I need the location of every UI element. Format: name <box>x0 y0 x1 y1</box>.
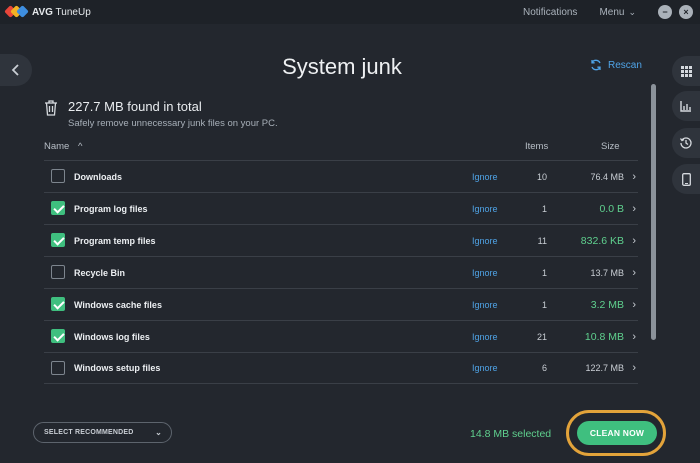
minimize-button[interactable]: − <box>658 5 672 19</box>
summary-total: 227.7 MB found in total <box>68 99 202 114</box>
row-items: 1 <box>541 299 547 310</box>
table-row[interactable]: Recycle Bin Ignore 1 13.7 MB › <box>44 256 638 288</box>
performance-button[interactable] <box>672 91 700 121</box>
chevron-right-icon[interactable]: › <box>632 171 636 183</box>
row-size: 832.6 KB <box>580 234 624 247</box>
row-items: 11 <box>537 235 547 246</box>
menu-dropdown[interactable]: Menu ⌄ <box>599 7 636 18</box>
close-button[interactable]: × <box>679 5 693 19</box>
chevron-right-icon[interactable]: › <box>632 362 636 374</box>
selected-size: 14.8 MB selected <box>470 428 552 440</box>
row-items: 6 <box>541 363 547 373</box>
trash-icon <box>44 100 58 121</box>
row-name: Downloads <box>74 171 123 182</box>
history-button[interactable] <box>672 128 700 158</box>
size-column-header[interactable]: Size <box>601 141 619 152</box>
select-recommended-dropdown[interactable]: SELECT RECOMMENDED ⌄ <box>33 422 172 443</box>
chevron-right-icon[interactable]: › <box>632 235 636 247</box>
refresh-icon <box>591 59 601 71</box>
chevron-right-icon[interactable]: › <box>632 331 636 343</box>
row-size: 10.8 MB <box>584 330 624 343</box>
row-items: 10 <box>536 171 547 182</box>
row-name: Program temp files <box>74 235 156 246</box>
row-size: 13.7 MB <box>590 267 624 278</box>
table-row[interactable]: Windows setup files Ignore 6 122.7 MB › <box>44 352 638 384</box>
items-column-header[interactable]: Items <box>525 141 548 152</box>
chevron-right-icon[interactable]: › <box>632 203 636 215</box>
row-name: Windows log files <box>74 331 150 342</box>
row-name: Windows cache files <box>74 299 162 310</box>
row-items: 1 <box>541 267 547 278</box>
notifications-link[interactable]: Notifications <box>523 7 577 18</box>
row-size: 76.4 MB <box>590 171 624 182</box>
ignore-link[interactable]: Ignore <box>472 300 498 310</box>
chevron-right-icon[interactable]: › <box>632 267 636 279</box>
chevron-down-icon: ⌄ <box>155 428 162 437</box>
app-name: AVG TuneUp <box>32 6 91 18</box>
table-row[interactable]: Windows log files Ignore 21 10.8 MB › <box>44 320 638 352</box>
row-checkbox[interactable] <box>51 233 65 247</box>
row-items: 21 <box>536 331 547 342</box>
summary-subtitle: Safely remove unnecessary junk files on … <box>68 118 278 129</box>
row-checkbox[interactable] <box>51 265 65 279</box>
ignore-link[interactable]: Ignore <box>472 204 498 214</box>
phone-icon <box>681 172 691 186</box>
row-checkbox[interactable] <box>51 297 65 311</box>
bar-chart-icon <box>680 100 691 112</box>
history-icon <box>680 137 692 149</box>
table-row[interactable]: Program temp files Ignore 11 832.6 KB › <box>44 224 638 256</box>
row-items: 1 <box>541 203 547 214</box>
title-bar: AVG TuneUp Notifications Menu ⌄ − × <box>0 0 700 24</box>
rescan-link[interactable]: Rescan <box>590 59 642 71</box>
row-name: Program log files <box>74 203 148 214</box>
name-column-header[interactable]: Name ^ <box>44 141 82 152</box>
chevron-down-icon: ⌄ <box>628 6 636 17</box>
row-checkbox[interactable] <box>51 361 65 375</box>
scrollbar-thumb[interactable] <box>651 84 656 340</box>
table-row[interactable]: Program log files Ignore 1 0.0 B › <box>44 192 638 224</box>
ignore-link[interactable]: Ignore <box>472 172 498 182</box>
row-size: 3.2 MB <box>590 298 624 311</box>
row-size: 122.7 MB <box>585 363 624 373</box>
ignore-link[interactable]: Ignore <box>472 332 498 342</box>
sort-ascending-icon: ^ <box>77 141 83 152</box>
page-title: System junk <box>282 54 402 79</box>
clean-now-button[interactable]: CLEAN NOW <box>577 421 657 445</box>
ignore-link[interactable]: Ignore <box>472 236 498 246</box>
row-size: 0.0 B <box>599 202 624 215</box>
row-checkbox[interactable] <box>51 201 65 215</box>
chevron-right-icon[interactable]: › <box>632 299 636 311</box>
avg-logo <box>4 5 29 19</box>
row-checkbox[interactable] <box>51 169 65 183</box>
ignore-link[interactable]: Ignore <box>472 363 498 373</box>
ignore-link[interactable]: Ignore <box>472 268 498 278</box>
row-checkbox[interactable] <box>51 329 65 343</box>
mobile-button[interactable] <box>672 164 700 194</box>
junk-table: Downloads Ignore 10 76.4 MB › Program lo… <box>44 160 638 384</box>
row-name: Windows setup files <box>74 363 161 373</box>
row-name: Recycle Bin <box>74 267 126 278</box>
table-row[interactable]: Downloads Ignore 10 76.4 MB › <box>44 160 638 192</box>
table-row[interactable]: Windows cache files Ignore 1 3.2 MB › <box>44 288 638 320</box>
